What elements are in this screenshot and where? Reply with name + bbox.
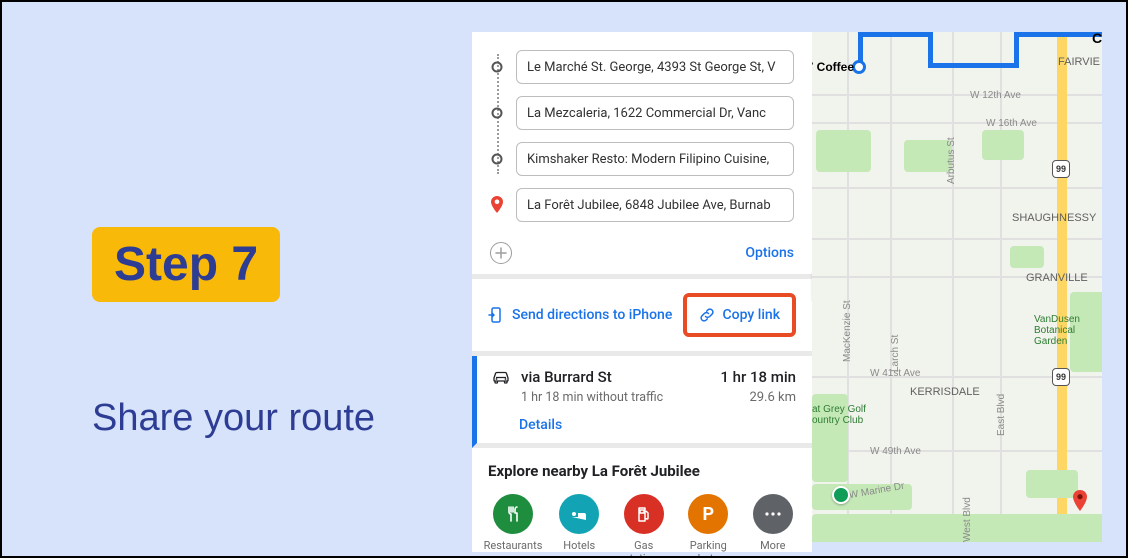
map-park (812, 514, 1102, 542)
map-highway (1057, 32, 1067, 542)
chip-label: Gas stations (621, 540, 668, 558)
gas-icon (624, 494, 664, 534)
directions-panel: Le Marché St. George, 4393 St George St,… (472, 32, 812, 552)
chip-label: More (760, 540, 785, 553)
route-subtext: 1 hr 18 min without traffic (521, 390, 710, 405)
parking-icon: P (688, 494, 728, 534)
street-label: Larch St (890, 335, 901, 372)
more-icon (753, 494, 793, 534)
chip-parking[interactable]: P Parking Lots (685, 494, 732, 558)
street-label: W 49th Ave (870, 446, 921, 457)
chip-label: Parking Lots (685, 540, 732, 558)
plus-icon (495, 247, 507, 259)
chip-hotels[interactable]: Hotels (556, 494, 603, 558)
route-segment (1014, 32, 1102, 37)
route-segment (928, 63, 1018, 68)
waypoint-row: Kimshaker Resto: Modern Filipino Cuisine… (490, 142, 794, 176)
map-park (904, 140, 952, 172)
chip-restaurants[interactable]: Restaurants (488, 494, 538, 558)
area-label: SHAUGHNESSY (1012, 212, 1096, 224)
map-road (952, 32, 954, 542)
restaurants-icon (493, 494, 533, 534)
area-label: KERRISDALE (910, 386, 980, 398)
copy-link-highlight: Copy link (683, 293, 796, 337)
map-road (1000, 32, 1002, 542)
copy-link-label: Copy link (723, 307, 780, 323)
map-park (1010, 246, 1044, 268)
hotels-icon (559, 494, 599, 534)
waypoint-dot-icon (490, 152, 504, 166)
explore-title: Explore nearby La Forêt Jubilee (488, 462, 796, 480)
waypoint-row: La Mezcaleria, 1622 Commercial Dr, Vanc (490, 96, 794, 130)
explore-chips: Restaurants Hotels Gas stations P Pa (488, 494, 796, 558)
waypoint-dot-icon (490, 60, 504, 74)
hwy-shield-icon: 99 (1052, 368, 1070, 386)
route-distance: 29.6 km (720, 390, 796, 405)
send-to-phone-label: Send directions to iPhone (512, 307, 672, 323)
destination-pin-icon (490, 198, 504, 212)
street-label: MacKenzie St (842, 300, 853, 362)
step-badge: Step 7 (92, 227, 280, 302)
route-segment (1014, 32, 1019, 68)
chip-label: Restaurants (484, 540, 543, 553)
slide-frame: Step 7 Share your route Le Marché St. Ge… (0, 0, 1128, 558)
map-park (816, 130, 871, 172)
waypoints-section: Le Marché St. George, 4393 St George St,… (472, 32, 812, 232)
waypoint-dot-icon (490, 106, 504, 120)
street-label: Arbutus St (946, 137, 957, 184)
copy-link-button[interactable]: Copy link (699, 307, 780, 323)
map-canvas[interactable]: Platform 7 Coffee C W 12th Ave W 16th Av… (812, 32, 1102, 542)
area-label: FAIRVIE (1058, 56, 1100, 68)
route-details-link[interactable]: Details (519, 417, 796, 433)
add-destination-button[interactable] (490, 242, 512, 264)
explore-section: Explore nearby La Forêt Jubilee Restaura… (472, 448, 812, 558)
hwy-shield-icon: 99 (1052, 160, 1070, 178)
waypoint-input[interactable]: Le Marché St. George, 4393 St George St,… (516, 50, 794, 84)
map-park (1026, 470, 1078, 498)
chip-label: Hotels (563, 540, 595, 553)
street-label: East Blvd (996, 394, 1007, 436)
street-label: W 16th Ave (986, 118, 1037, 129)
car-icon (491, 368, 511, 388)
chip-more[interactable]: More (750, 494, 797, 558)
poi-label: at Grey Golf ountry Club (812, 404, 882, 426)
waypoint-row: La Forêt Jubilee, 6848 Jubilee Ave, Burn… (490, 188, 794, 222)
route-duration: 1 hr 18 min (720, 368, 796, 386)
route-card[interactable]: via Burrard St 1 hr 18 min without traff… (472, 356, 812, 448)
origin-pin-label: Platform 7 Coffee (812, 60, 854, 74)
waypoint-row: Le Marché St. George, 4393 St George St,… (490, 50, 794, 84)
add-options-row: Options (472, 232, 812, 279)
poi-marker[interactable] (832, 486, 850, 504)
waypoint-input[interactable]: La Mezcaleria, 1622 Commercial Dr, Vanc (516, 96, 794, 130)
origin-letter: C (1092, 32, 1102, 46)
route-via: via Burrard St (521, 368, 710, 386)
tutorial-subtitle: Share your route (92, 397, 375, 440)
destination-pin-icon[interactable] (1072, 490, 1088, 512)
link-icon (699, 307, 715, 323)
poi-label: VanDusen Botanical Garden (1034, 314, 1102, 347)
area-label: GRANVILLE (1026, 272, 1088, 284)
share-row: Send directions to iPhone Copy link (472, 279, 812, 356)
waypoint-input[interactable]: Kimshaker Resto: Modern Filipino Cuisine… (516, 142, 794, 176)
chip-gas[interactable]: Gas stations (621, 494, 668, 558)
route-segment (858, 32, 932, 37)
route-options-link[interactable]: Options (745, 245, 794, 261)
origin-pin[interactable] (852, 60, 866, 74)
street-label: W 12th Ave (970, 90, 1021, 101)
map-park (982, 130, 1024, 160)
tutorial-text-area: Step 7 Share your route (2, 2, 462, 556)
phone-send-icon (488, 307, 504, 323)
street-label: West Blvd (962, 497, 973, 542)
map-road (890, 32, 892, 542)
waypoint-input[interactable]: La Forêt Jubilee, 6848 Jubilee Ave, Burn… (516, 188, 794, 222)
send-to-phone-button[interactable]: Send directions to iPhone (488, 307, 672, 323)
